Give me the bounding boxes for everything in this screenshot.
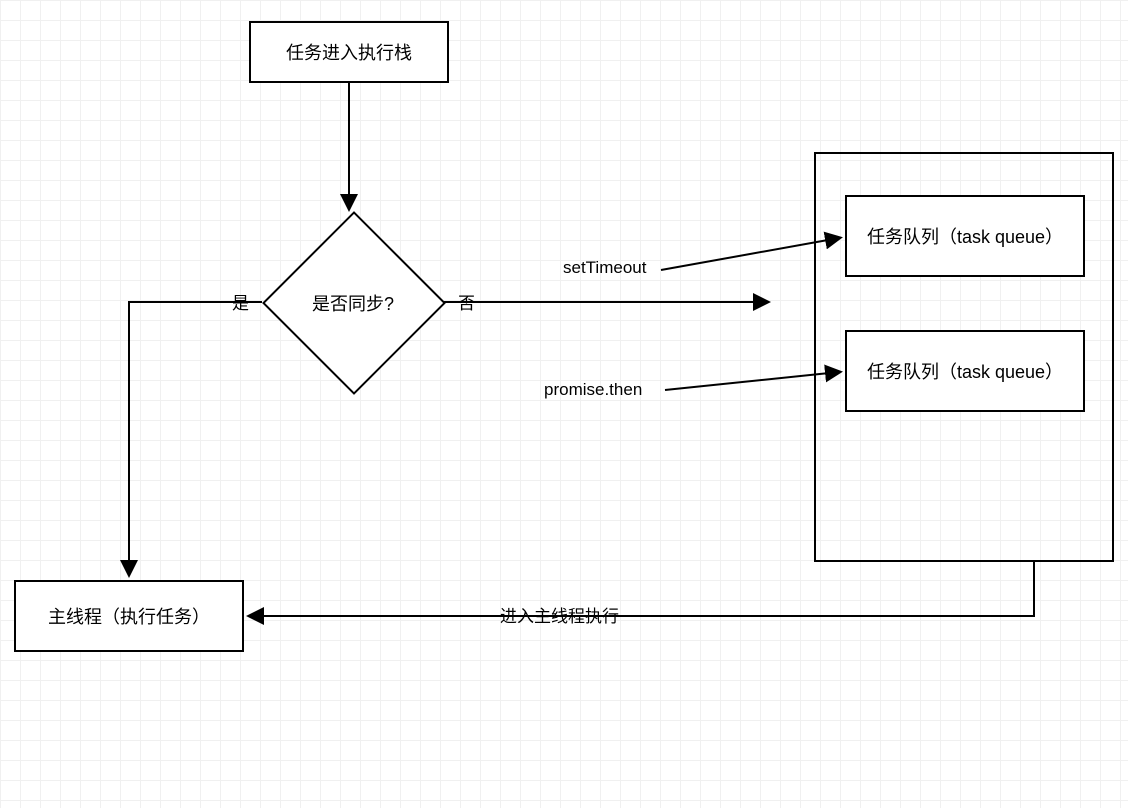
edge-promisethen-label: promise.then — [540, 380, 646, 400]
edge-yes-label: 是 — [228, 289, 253, 314]
edge-settimeout-label: setTimeout — [559, 258, 650, 278]
node-task-queue-1-label: 任务队列（task queue） — [867, 223, 1063, 249]
node-task-queue-2-label: 任务队列（task queue） — [867, 358, 1063, 384]
edge-no-label: 否 — [454, 289, 479, 314]
node-main-thread-label: 主线程（执行任务） — [48, 603, 210, 629]
node-task-queue-2: 任务队列（task queue） — [845, 330, 1085, 412]
node-start: 任务进入执行栈 — [249, 21, 449, 83]
node-task-queue-1: 任务队列（task queue） — [845, 195, 1085, 277]
edge-entermain-label: 进入主线程执行 — [496, 602, 623, 627]
node-start-label: 任务进入执行栈 — [286, 39, 412, 65]
node-main-thread: 主线程（执行任务） — [14, 580, 244, 652]
